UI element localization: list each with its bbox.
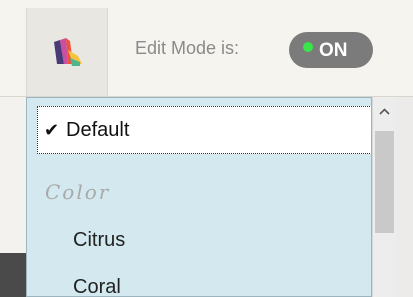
background-dark-block	[0, 253, 26, 297]
option-group-color: Color	[45, 180, 111, 204]
chevron-up-icon	[379, 108, 390, 115]
color-palette-icon	[54, 38, 82, 66]
background-panel-right	[396, 97, 413, 297]
edit-mode-toggle[interactable]: ON	[289, 32, 373, 68]
edit-mode-label: Edit Mode is:	[135, 38, 240, 58]
option-citrus[interactable]: Citrus	[73, 229, 125, 252]
scroll-up-button[interactable]	[373, 97, 396, 129]
toggle-state-label: ON	[319, 40, 348, 61]
option-coral[interactable]: Coral	[73, 276, 121, 296]
checkmark-icon: ✔	[44, 120, 60, 140]
scroll-thumb[interactable]	[375, 131, 394, 233]
dropdown-scrollbar[interactable]	[372, 97, 396, 297]
option-default-label: Default	[66, 119, 130, 141]
palette-button[interactable]	[26, 8, 108, 96]
option-default[interactable]: ✔ Default	[37, 106, 371, 154]
status-indicator-dot	[303, 42, 313, 52]
theme-dropdown-list[interactable]: ✔ Default Color Citrus Coral	[26, 97, 372, 297]
